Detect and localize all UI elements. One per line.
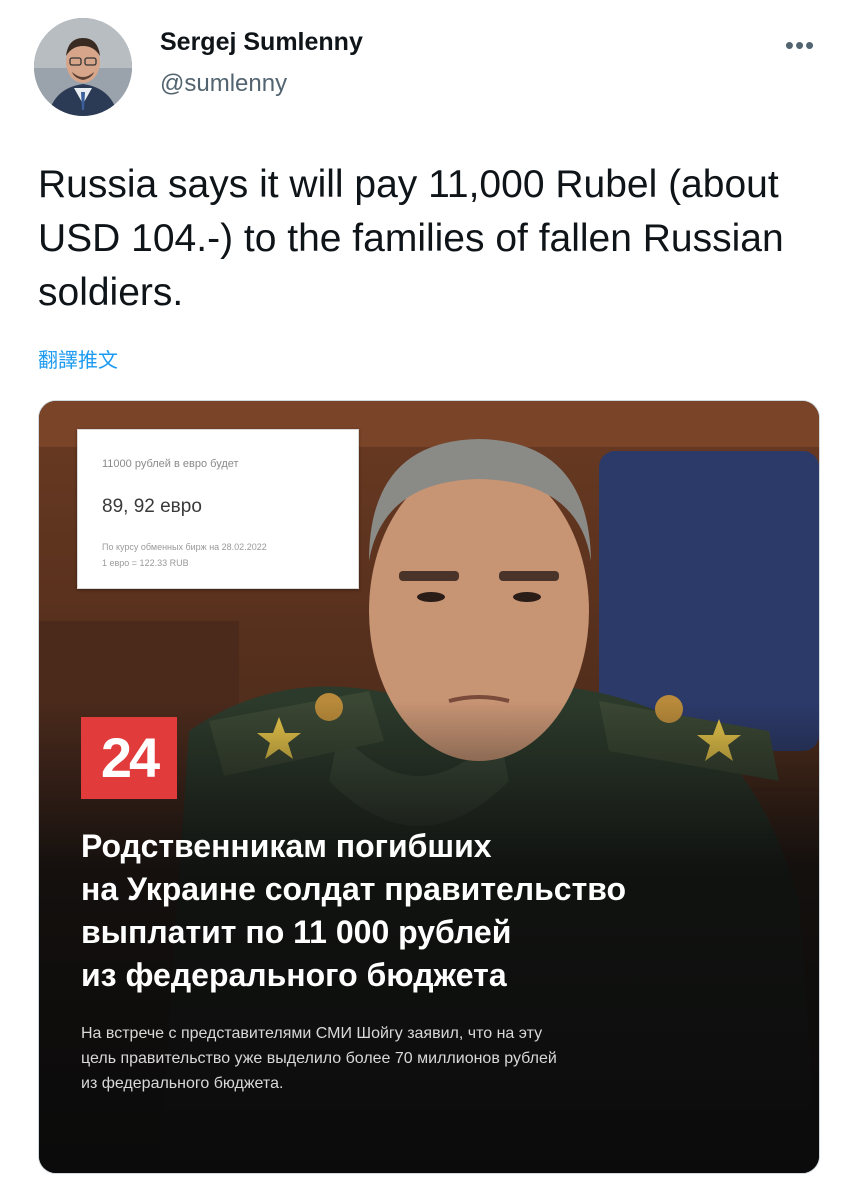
author-display-name[interactable]: Sergej Sumlenny	[160, 28, 363, 57]
author-handle[interactable]: @sumlenny	[160, 70, 287, 98]
headline-line: из федерального бюджета	[81, 957, 507, 993]
avatar-image	[34, 18, 132, 116]
tweet-media-image[interactable]: 11000 рублей в евро будет 89, 92 евро По…	[38, 400, 820, 1174]
channel-24-logo: 24	[81, 717, 177, 799]
subtext-line: из федерального бюджета.	[81, 1075, 284, 1092]
rate-card-line-1: 11000 рублей в евро будет	[102, 458, 239, 470]
rate-card-amount: 89, 92 евро	[102, 496, 202, 517]
headline-line: Родственникам погибших	[81, 828, 492, 864]
tweet-text: Russia says it will pay 11,000 Rubel (ab…	[38, 163, 784, 314]
author-avatar[interactable]	[34, 18, 132, 116]
media-subtext: На встрече с представителями СМИ Шойгу з…	[81, 1021, 771, 1096]
rate-card-line-3: По курсу обменных бирж на 28.02.2022	[102, 542, 267, 552]
headline-line: на Украине солдат правительство	[81, 871, 627, 907]
subtext-line: На встрече с представителями СМИ Шойгу з…	[81, 1025, 543, 1042]
translate-tweet-link[interactable]: 翻譯推文	[38, 344, 118, 373]
subtext-line: цель правительство уже выделило более 70…	[81, 1050, 557, 1067]
headline-line: выплатит по 11 000 рублей	[81, 914, 512, 950]
rate-card-line-4: 1 евро = 122.33 RUB	[102, 558, 189, 568]
more-options-icon[interactable]: •••	[778, 30, 822, 60]
currency-conversion-card: 11000 рублей в евро будет 89, 92 евро По…	[77, 429, 359, 589]
media-headline: Родственникам погибших на Украине солдат…	[81, 825, 781, 997]
